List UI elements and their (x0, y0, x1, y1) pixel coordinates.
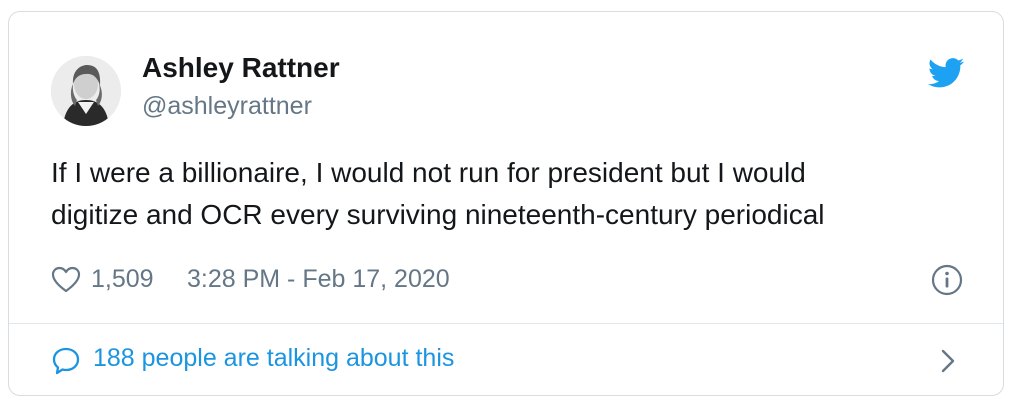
speech-bubble-icon (52, 347, 80, 375)
avatar[interactable] (51, 56, 121, 126)
heart-icon[interactable] (51, 266, 81, 293)
tweet-timestamp[interactable]: 3:28 PM - Feb 17, 2020 (187, 265, 450, 294)
conversation-count-link[interactable]: 188 people are talking about this (93, 344, 454, 373)
tweet-text-line: If I were a billionaire, I would not run… (51, 157, 806, 188)
tweet-meta-row: 1,509 3:28 PM - Feb 17, 2020 (51, 260, 971, 300)
like-count[interactable]: 1,509 (91, 265, 154, 294)
profile-photo (51, 56, 121, 126)
author-display-name[interactable]: Ashley Rattner (142, 52, 340, 84)
conversation-link[interactable]: 188 people are talking about this (9, 324, 1003, 395)
author-handle[interactable]: @ashleyrattner (142, 92, 312, 121)
tweet-card: Ashley Rattner @ashleyrattner If I were … (8, 11, 1004, 396)
tweet-text: If I were a billionaire, I would not run… (51, 152, 971, 236)
twitter-bird-icon[interactable] (928, 58, 964, 88)
chevron-right-icon[interactable] (939, 348, 957, 374)
tweet-text-line: digitize and OCR every surviving ninetee… (51, 199, 825, 230)
info-icon[interactable] (931, 264, 963, 296)
